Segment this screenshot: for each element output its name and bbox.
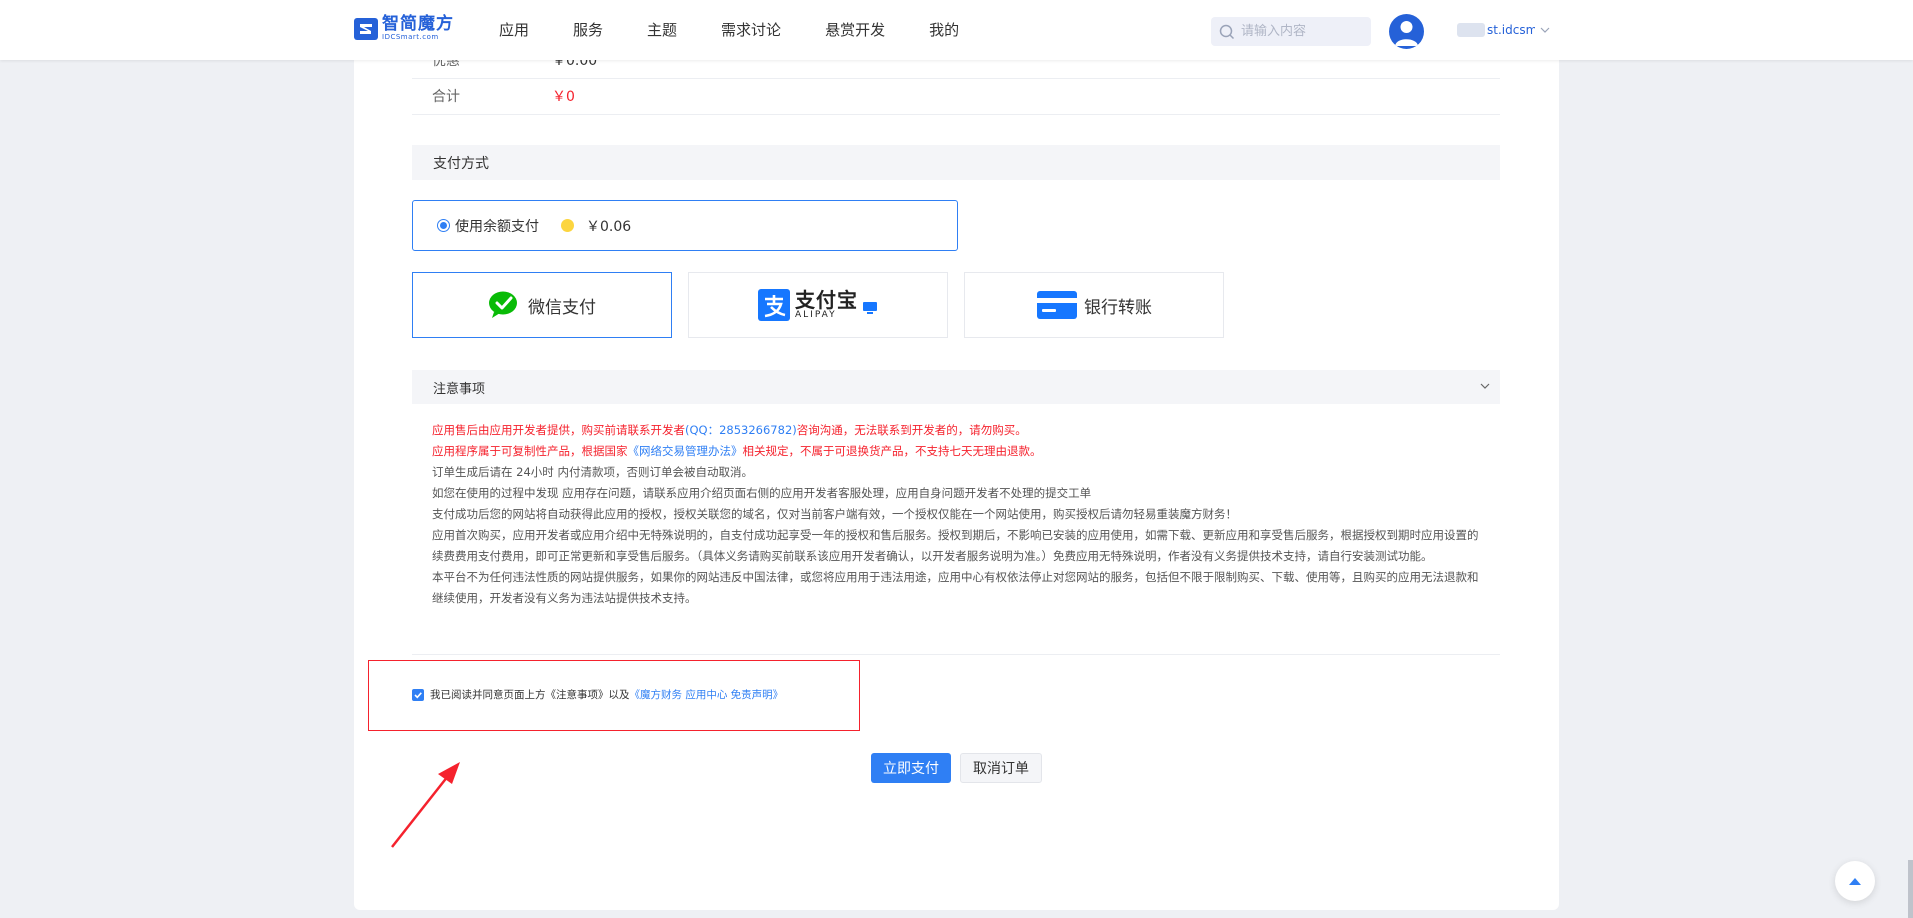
nav-item-bounty[interactable]: 悬赏开发 — [825, 19, 885, 40]
notice-line: 应用首次购买，应用开发者或应用介绍中无特殊说明的，自支付成功起享受一年的授权和售… — [432, 528, 1479, 563]
agreement-text: 我已阅读并同意页面上方《注意事项》以及 — [430, 689, 630, 701]
notice-line: 支付成功后您的网站将自动获得此应用的授权，授权关联您的域名，仅对当前客户端有效，… — [432, 507, 1237, 521]
agreement-row[interactable]: 我已阅读并同意页面上方《注意事项》以及 《魔方财务 应用中心 免责声明》 — [412, 687, 783, 702]
notice-title: 注意事项 — [433, 381, 486, 397]
divider — [412, 654, 1500, 655]
site-logo[interactable]: 智简魔方 IDCSmart.com — [354, 16, 454, 41]
user-menu[interactable]: st.idcsmart — [1457, 23, 1551, 37]
annotation-arrow-icon — [391, 762, 460, 848]
nav-item-discussion[interactable]: 需求讨论 — [721, 19, 781, 40]
notice-line: 如您在使用的过程中发现 应用存在问题，请联系应用介绍页面右侧的应用开发者客服处理… — [432, 486, 1092, 500]
notice-line: 订单生成后请在 24小时 内付清款项，否则订单会被自动取消。 — [432, 465, 753, 479]
balance-payment-option[interactable]: 使用余额支付 ￥0.06 — [412, 200, 958, 251]
logo-name: 智简魔方 — [382, 14, 454, 34]
logo-subtitle: IDCSmart.com — [382, 33, 439, 41]
bank-transfer-label: 银行转账 — [1084, 297, 1152, 318]
bank-card-icon — [1037, 291, 1077, 319]
balance-label: 使用余额支付 — [455, 218, 539, 235]
notice-content: 应用售后由应用开发者提供，购买前请联系开发者(QQ：2853266782)咨询沟… — [432, 420, 1480, 609]
caret-up-icon — [1849, 878, 1861, 885]
regulation-link[interactable]: 《网络交易管理办法》 — [628, 444, 743, 458]
nav-item-apps[interactable]: 应用 — [499, 19, 529, 40]
pay-method-alipay[interactable]: 支付宝 ALIPAY — [688, 272, 948, 338]
chevron-down-icon — [1540, 27, 1550, 33]
notice-line: 应用程序属于可复制性产品，根据国家《网络交易管理办法》相关规定，不属于可退换货产… — [432, 444, 1042, 458]
wechat-label: 微信支付 — [528, 297, 596, 318]
balance-amount: ￥0.06 — [586, 218, 632, 235]
user-name: st.idcsmart — [1487, 23, 1535, 37]
nav-item-mine[interactable]: 我的 — [929, 19, 959, 40]
notice-line: 应用售后由应用开发者提供，购买前请联系开发者(QQ：2853266782)咨询沟… — [432, 423, 1027, 437]
pay-method-bank-transfer[interactable]: 银行转账 — [964, 272, 1224, 338]
pay-method-wechat[interactable]: 微信支付 — [412, 272, 672, 338]
payment-section-header: 支付方式 — [412, 145, 1500, 180]
nav-item-themes[interactable]: 主题 — [647, 19, 677, 40]
developer-qq: (QQ：2853266782) — [685, 423, 797, 437]
pc-icon — [863, 302, 877, 314]
search-icon — [1219, 24, 1235, 39]
back-to-top-button[interactable] — [1835, 861, 1875, 901]
total-label: 合计 — [432, 89, 460, 105]
search-box — [1211, 17, 1371, 46]
notice-line: 本平台不为任何违法性质的网站提供服务，如果你的网站违反中国法律，或您将应用用于违… — [432, 570, 1479, 605]
alipay-sublabel: ALIPAY — [795, 310, 837, 320]
cancel-order-button[interactable]: 取消订单 — [960, 753, 1042, 783]
search-input[interactable] — [1239, 23, 1363, 40]
top-header: 智简魔方 IDCSmart.com 应用 服务 主题 需求讨论 悬赏开发 我的 … — [0, 0, 1913, 60]
scrollbar-thumb[interactable] — [1908, 860, 1913, 918]
alipay-icon — [758, 289, 790, 321]
main-nav: 应用 服务 主题 需求讨论 悬赏开发 我的 — [499, 19, 1003, 40]
check-icon — [414, 691, 422, 698]
disclaimer-link[interactable]: 《魔方财务 应用中心 免责声明》 — [630, 687, 784, 702]
user-avatar-icon[interactable] — [1389, 14, 1424, 49]
payment-section-title: 支付方式 — [433, 155, 489, 172]
logo-mark-icon — [354, 17, 378, 40]
nav-item-services[interactable]: 服务 — [573, 19, 603, 40]
pay-now-button[interactable]: 立即支付 — [871, 753, 951, 783]
chevron-down-icon — [1480, 383, 1490, 389]
wechat-icon — [489, 291, 517, 318]
notice-section-header[interactable]: 注意事项 — [412, 370, 1500, 404]
user-name-mask — [1457, 23, 1485, 37]
alipay-label: 支付宝 — [795, 288, 858, 312]
summary-row-total: 合计 ￥0 — [412, 78, 1500, 115]
balance-radio[interactable] — [437, 219, 450, 232]
total-value: ￥0 — [552, 89, 575, 105]
agreement-checkbox[interactable] — [412, 688, 424, 701]
coin-icon — [561, 219, 574, 232]
